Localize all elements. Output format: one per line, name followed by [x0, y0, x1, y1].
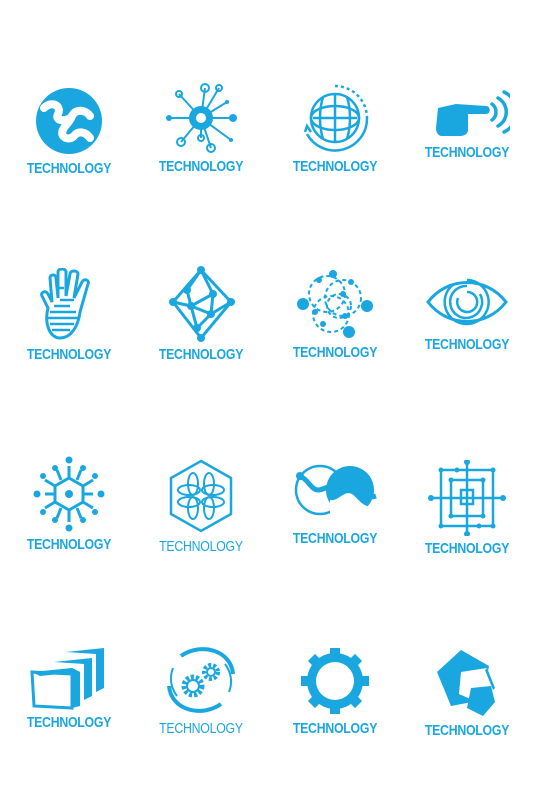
- logo-eye: TECHNOLOGY: [412, 272, 522, 353]
- logo-label: TECHNOLOGY: [424, 336, 510, 353]
- snowflake-network-icon: [33, 456, 105, 532]
- logo-label: TECHNOLOGY: [26, 714, 112, 731]
- logo-rotating-globe: TECHNOLOGY: [280, 82, 390, 175]
- gears-orbit-icon: [167, 647, 235, 713]
- gear-icon: [301, 648, 369, 714]
- logo-gears-orbit: TECHNOLOGY: [146, 644, 256, 737]
- logo-wave-circles: TECHNOLOGY: [280, 460, 390, 547]
- logo-mesh-diamond: TECHNOLOGY: [146, 266, 256, 363]
- pentagons-icon: [437, 650, 495, 716]
- logo-label: TECHNOLOGY: [158, 158, 244, 175]
- logo-stacked-boxes: TECHNOLOGY: [14, 644, 124, 731]
- logo-label: TECHNOLOGY: [26, 346, 112, 363]
- logo-square-maze: TECHNOLOGY: [412, 460, 522, 557]
- eye-icon: [426, 278, 508, 326]
- logo-label: TECHNOLOGY: [26, 160, 112, 177]
- stacked-boxes-icon: [30, 648, 104, 710]
- square-maze-icon: [428, 460, 506, 536]
- logo-label: TECHNOLOGY: [292, 720, 378, 737]
- logo-circuit-hand: TECHNOLOGY: [14, 268, 124, 363]
- logo-label: TECHNOLOGY: [158, 346, 244, 363]
- mesh-diamond-icon: [169, 266, 235, 342]
- logo-label: TECHNOLOGY: [424, 540, 510, 557]
- logo-orbit-atoms: TECHNOLOGY: [280, 268, 390, 361]
- logo-label: TECHNOLOGY: [159, 538, 243, 555]
- pointing-hand-signal-icon: [436, 90, 510, 136]
- logo-molecule-globe: TECHNOLOGY: [14, 86, 124, 177]
- logo-gear: TECHNOLOGY: [280, 646, 390, 737]
- logo-label: TECHNOLOGY: [292, 530, 378, 547]
- wave-circles-icon: [294, 464, 377, 520]
- logo-label: TECHNOLOGY: [424, 722, 510, 739]
- logo-pointing-hand: TECHNOLOGY: [412, 90, 522, 161]
- logo-label: TECHNOLOGY: [292, 158, 378, 175]
- rotating-globe-icon: [303, 84, 369, 152]
- logo-label: TECHNOLOGY: [292, 344, 378, 361]
- logo-pentagons: TECHNOLOGY: [412, 648, 522, 739]
- logo-hexagon-petals: TECHNOLOGY: [146, 458, 256, 555]
- logo-snowflake-network: TECHNOLOGY: [14, 456, 124, 553]
- logo-network-node: TECHNOLOGY: [146, 82, 256, 175]
- network-node-icon: [166, 83, 237, 153]
- molecule-globe-icon: [36, 88, 102, 154]
- logo-label: TECHNOLOGY: [26, 536, 112, 553]
- hexagon-petals-icon: [169, 459, 233, 533]
- logo-label: TECHNOLOGY: [424, 144, 510, 161]
- circuit-hand-icon: [40, 268, 90, 340]
- orbit-atoms-icon: [297, 270, 373, 338]
- logo-label: TECHNOLOGY: [159, 720, 243, 737]
